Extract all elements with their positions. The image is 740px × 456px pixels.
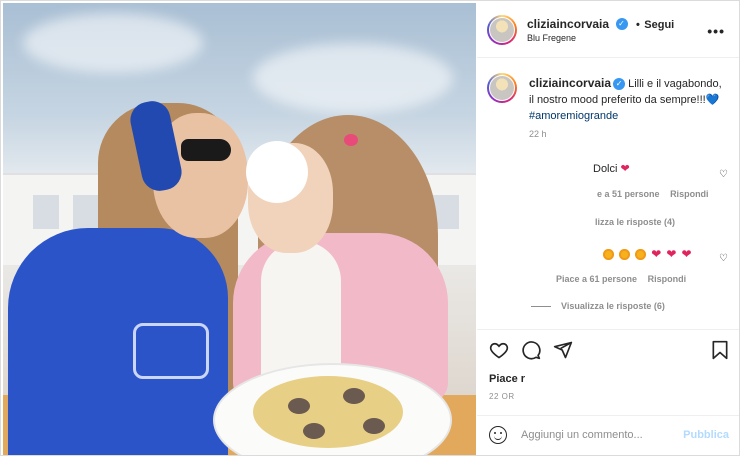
caption-avatar[interactable]: [487, 73, 517, 103]
clam: [303, 423, 325, 439]
header-user-line: cliziaincorvaia ✓ • Segui: [527, 15, 674, 33]
action-bar: [477, 329, 739, 370]
star-struck-emoji: [635, 248, 647, 260]
comment-like-icon[interactable]: ♡: [719, 253, 728, 264]
tshirt-print: [133, 323, 209, 379]
comment-icon[interactable]: [521, 340, 541, 360]
location-link[interactable]: Blu Fregene: [527, 33, 576, 43]
verified-badge-icon: ✓: [613, 78, 626, 91]
comment-actions: Piace a 61 persone Rispondi: [556, 274, 686, 284]
red-heart-emoji: ❤: [651, 247, 662, 261]
caption-time: 22 h: [529, 129, 547, 139]
share-icon[interactable]: [553, 340, 573, 360]
dot-separator: •: [635, 19, 640, 31]
view-replies[interactable]: Visualizza le risposte (6): [531, 301, 665, 311]
post-photo[interactable]: [3, 3, 476, 455]
comment-like-icon[interactable]: ♡: [719, 169, 728, 180]
likes-count[interactable]: Piace r: [489, 373, 525, 385]
emoji-picker-icon[interactable]: [489, 426, 507, 444]
comment-likes[interactable]: e a 51 persone: [597, 189, 660, 199]
follow-button[interactable]: Segui: [644, 19, 674, 31]
username[interactable]: cliziaincorvaia: [527, 17, 609, 31]
clam: [288, 398, 310, 414]
publish-button[interactable]: Pubblica: [683, 429, 729, 441]
star-struck-emoji: [603, 248, 614, 260]
hair-clip: [344, 134, 358, 146]
comment-input[interactable]: [519, 428, 673, 442]
face-blur: [246, 141, 308, 203]
reply-button[interactable]: Rispondi: [648, 274, 687, 284]
red-heart-emoji: ❤: [666, 247, 677, 261]
heart-icon[interactable]: [489, 340, 509, 360]
cloud: [23, 13, 203, 73]
view-replies-label: lizza le risposte (4): [595, 217, 676, 227]
post-header: cliziaincorvaia ✓ • Segui Blu Fregene ••…: [477, 3, 739, 58]
caption-text: cliziaincorvaia ✓ Lilli e il vagabondo, i…: [529, 75, 729, 124]
comment-actions: e a 51 persone Rispondi: [597, 189, 709, 199]
verified-badge-icon: ✓: [615, 17, 628, 30]
post-date: 22 OR: [489, 392, 515, 401]
add-comment-bar: Pubblica: [477, 415, 739, 456]
red-heart-emoji: ❤: [620, 163, 630, 175]
avatar[interactable]: [487, 15, 517, 45]
cloud: [253, 43, 453, 113]
clam: [343, 388, 365, 404]
reply-button[interactable]: Rispondi: [670, 189, 709, 199]
red-heart-emoji: ❤: [681, 247, 692, 261]
more-options-icon[interactable]: •••: [707, 23, 725, 39]
view-replies-label: Visualizza le risposte (6): [561, 301, 665, 311]
star-struck-emoji: [619, 248, 631, 260]
clam: [363, 418, 385, 434]
comment-emoji-row: ❤ ❤ ❤: [603, 247, 694, 261]
caption-username[interactable]: cliziaincorvaia: [529, 76, 611, 90]
view-replies[interactable]: lizza le risposte (4): [595, 217, 675, 227]
blue-heart-emoji: 💙: [705, 94, 720, 106]
instagram-post-modal: cliziaincorvaia ✓ • Segui Blu Fregene ••…: [0, 0, 740, 456]
hashtag-link[interactable]: #amoremiogrande: [529, 110, 618, 122]
spaghetti-pasta: [253, 376, 403, 448]
comment-body: Dolci: [593, 163, 618, 175]
comment-text: Dolci ❤: [593, 162, 630, 175]
sunglasses: [181, 139, 231, 161]
bookmark-icon[interactable]: [711, 340, 729, 360]
comment-likes[interactable]: Piace a 61 persone: [556, 274, 637, 284]
replies-line: [531, 306, 551, 308]
